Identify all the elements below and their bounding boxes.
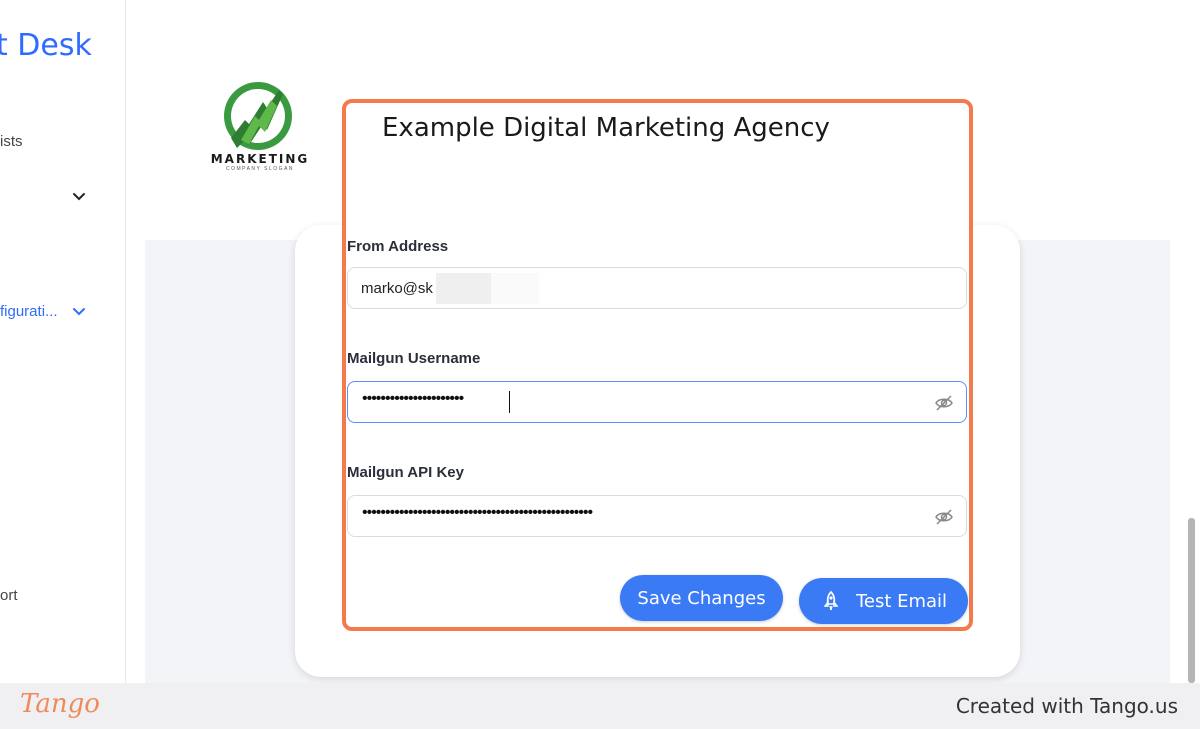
mailgun-username-label: Mailgun Username: [347, 350, 481, 367]
sidebar-item-support[interactable]: ort: [0, 587, 18, 604]
eye-off-icon[interactable]: [934, 393, 954, 413]
sidebar-item-lists[interactable]: ists: [0, 133, 23, 150]
brand-title: t Desk: [0, 28, 92, 63]
mailgun-username-value: ••••••••••••••••••••••: [362, 390, 464, 407]
mailgun-api-key-label: Mailgun API Key: [347, 464, 464, 481]
created-with-text: Created with Tango.us: [955, 694, 1178, 718]
test-email-label: Test Email: [855, 590, 948, 612]
from-address-label: From Address: [347, 238, 449, 255]
from-address-input[interactable]: marko@sk: [347, 267, 967, 309]
redacted-area: [491, 273, 539, 304]
text-caret: [509, 391, 510, 413]
logo-text: MARKETING: [210, 152, 310, 166]
redacted-area: [436, 273, 491, 304]
from-address-value: marko@sk: [361, 280, 433, 297]
chevron-down-icon[interactable]: [71, 188, 87, 204]
scrollbar-thumb[interactable]: [1188, 518, 1195, 683]
company-logo: MARKETING COMPANY SLOGAN: [205, 80, 315, 175]
tango-logo: Tango: [20, 689, 100, 719]
mailgun-username-input[interactable]: ••••••••••••••••••••••: [347, 381, 967, 423]
sidebar-item-configuration[interactable]: figurati...: [0, 303, 58, 320]
chevron-down-icon[interactable]: [71, 303, 87, 319]
footer: Tango Created with Tango.us: [0, 683, 1200, 729]
test-email-button[interactable]: Test Email: [799, 578, 968, 624]
logo-subtext: COMPANY SLOGAN: [225, 166, 295, 172]
mailgun-api-key-value: ••••••••••••••••••••••••••••••••••••••••…: [362, 504, 593, 521]
save-changes-label: Save Changes: [637, 587, 766, 609]
rocket-icon: [820, 590, 842, 612]
mailgun-api-key-input[interactable]: ••••••••••••••••••••••••••••••••••••••••…: [347, 495, 967, 537]
page-title: Example Digital Marketing Agency: [382, 113, 830, 143]
sidebar: t Desk ists figurati... ort: [0, 0, 126, 683]
save-changes-button[interactable]: Save Changes: [620, 575, 783, 621]
eye-off-icon[interactable]: [934, 507, 954, 527]
